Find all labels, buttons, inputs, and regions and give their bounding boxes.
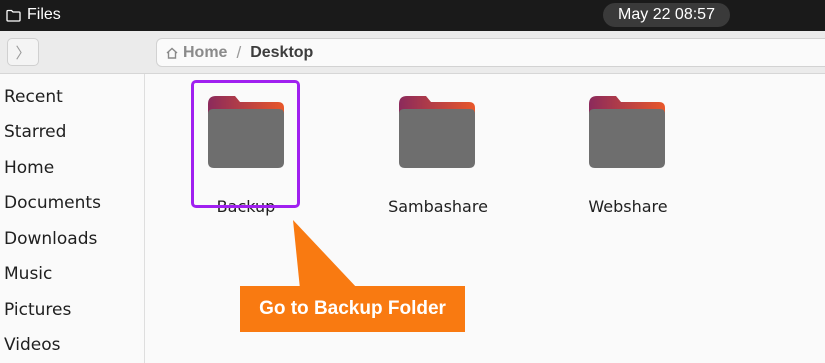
callout-label: Go to Backup Folder <box>240 286 465 332</box>
